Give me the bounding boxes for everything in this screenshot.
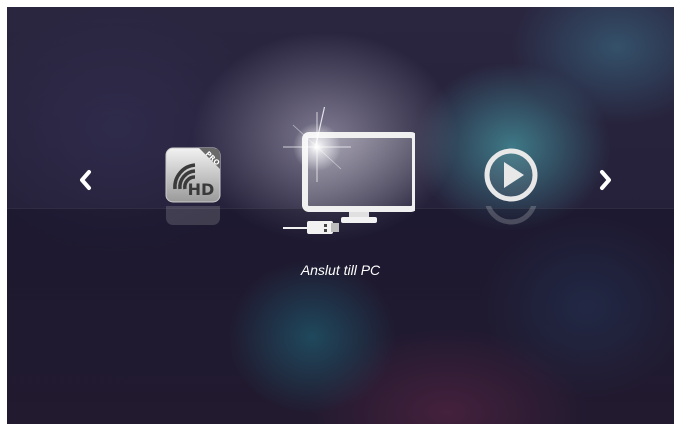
media-player-app[interactable] bbox=[483, 147, 539, 203]
chevron-left-icon[interactable] bbox=[78, 169, 92, 196]
connect-pc-app[interactable] bbox=[275, 86, 418, 242]
wifi-hd-pro-app[interactable]: PRO HD bbox=[165, 147, 221, 203]
selected-app-label: Anslut till PC bbox=[300, 262, 381, 278]
play-circle-icon bbox=[484, 148, 538, 202]
wifi-hd-pro-icon: PRO HD bbox=[165, 147, 221, 203]
chevron-right-icon[interactable] bbox=[599, 169, 613, 196]
projector-home-screen: PRO HD Anslut till PC bbox=[7, 7, 674, 424]
hd-glyph: HD bbox=[188, 180, 215, 199]
monitor-usb-icon bbox=[283, 86, 418, 234]
